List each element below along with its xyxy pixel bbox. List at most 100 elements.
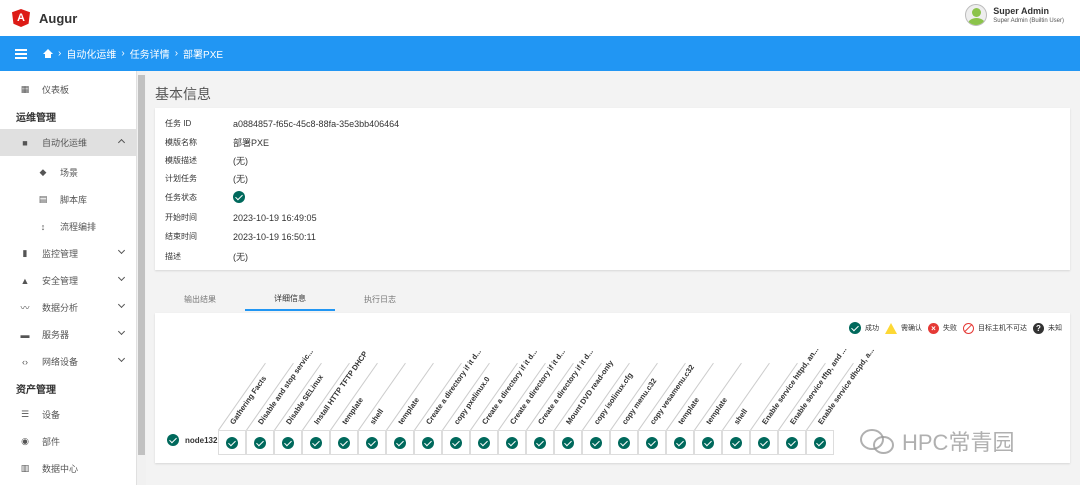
trend-icon: 〰 xyxy=(20,303,30,313)
sidebar-item-label: 设备 xyxy=(42,410,61,420)
legend-label: 成功 xyxy=(865,325,879,332)
dashboard-icon: ▦ xyxy=(20,84,30,94)
success-check-icon xyxy=(394,436,406,449)
breadcrumb-bar: › 自动化运维 › 任务详情 › 部署PXE xyxy=(0,36,1080,71)
info-row-description: 描述 (无) xyxy=(165,250,248,263)
sidebar-item-automation[interactable]: ■ 自动化运维 xyxy=(0,129,136,156)
breadcrumb-item-task-detail[interactable]: 任务详情 xyxy=(130,46,170,61)
task-status-cell[interactable] xyxy=(722,430,750,455)
sidebar-item-datacenter[interactable]: ▥ 数据中心 xyxy=(0,455,136,482)
detail-tabs: 输出结果 详细信息 执行日志 xyxy=(155,287,1070,311)
sidebar-item-script-library[interactable]: ▤ 脚本库 xyxy=(0,186,136,213)
task-status-cell[interactable] xyxy=(554,430,582,455)
success-check-icon xyxy=(758,436,770,449)
info-label: 任务 ID xyxy=(165,119,192,128)
sidebar-item-workflow[interactable]: ↕ 流程编排 xyxy=(0,213,136,240)
sidebar-item-servers[interactable]: ▬ 服务器 xyxy=(0,321,136,348)
info-label: 模版描述 xyxy=(165,156,197,165)
info-label: 任务状态 xyxy=(165,192,197,202)
success-check-icon xyxy=(730,436,742,449)
augur-logo-icon[interactable]: A xyxy=(12,9,30,27)
task-status-cell[interactable] xyxy=(498,430,526,455)
user-role: Super Admin (Builtin User) xyxy=(993,18,1064,24)
task-status-cell[interactable] xyxy=(610,430,638,455)
task-status-cell[interactable] xyxy=(414,430,442,455)
sidebar-item-security[interactable]: ▲ 安全管理 xyxy=(0,267,136,294)
task-status-cell[interactable] xyxy=(638,430,666,455)
info-row-template-name: 模版名称 部署PXE xyxy=(165,136,269,149)
user-menu[interactable]: Super Admin Super Admin (Builtin User) xyxy=(965,4,1064,26)
task-status-cell[interactable] xyxy=(750,430,778,455)
node-row-label: node132 xyxy=(167,434,217,446)
info-row-plan-task: 计划任务 (无) xyxy=(165,172,248,185)
node-name[interactable]: node132 xyxy=(185,436,217,445)
legend-unknown: ? 未知 xyxy=(1033,322,1062,334)
sidebar-item-scenario[interactable]: ◆ 场景 xyxy=(0,159,136,186)
task-status-cell[interactable] xyxy=(582,430,610,455)
sidebar-item-parts[interactable]: ◉ 部件 xyxy=(0,428,136,455)
task-status-cell[interactable] xyxy=(694,430,722,455)
task-status-cell[interactable] xyxy=(246,430,274,455)
task-id-value: a0884857-f65c-45c8-88fa-35e3bb406464 xyxy=(233,118,400,129)
info-label: 描述 xyxy=(165,252,181,261)
success-check-icon xyxy=(590,436,602,449)
chevron-down-icon xyxy=(117,300,126,309)
legend-label: 未知 xyxy=(1048,325,1062,332)
task-status-cell[interactable] xyxy=(470,430,498,455)
wechat-icon xyxy=(860,429,894,454)
sidebar-item-devices[interactable]: ☰ 设备 xyxy=(0,401,136,428)
success-check-icon xyxy=(366,436,378,449)
success-check-icon xyxy=(646,436,658,449)
task-status-cell[interactable] xyxy=(806,430,834,455)
task-status-cell[interactable] xyxy=(442,430,470,455)
sidebar-scrollbar[interactable] xyxy=(137,71,146,485)
sidebar-item-network[interactable]: ‹› 网络设备 xyxy=(0,348,136,375)
sidebar-item-label: 网络设备 xyxy=(42,357,79,367)
task-status-cell[interactable] xyxy=(666,430,694,455)
sidebar-item-label: 流程编排 xyxy=(60,222,97,232)
home-icon[interactable] xyxy=(43,49,53,58)
sidebar-item-analytics[interactable]: 〰 数据分析 xyxy=(0,294,136,321)
location-icon: ◆ xyxy=(39,167,47,177)
task-status-cell[interactable] xyxy=(778,430,806,455)
hamburger-menu-icon[interactable] xyxy=(15,48,27,59)
list-icon: ☰ xyxy=(20,409,30,419)
tab-details[interactable]: 详细信息 xyxy=(245,287,335,311)
breadcrumb-item-automation[interactable]: 自动化运维 xyxy=(66,46,116,61)
info-row-status: 任务状态 xyxy=(165,191,245,203)
tab-execution-log[interactable]: 执行日志 xyxy=(335,287,425,311)
top-header: A Augur Super Admin Super Admin (Builtin… xyxy=(0,0,1080,36)
scrollbar-thumb[interactable] xyxy=(138,75,145,455)
sidebar-item-label: 监控管理 xyxy=(42,249,79,259)
success-check-icon xyxy=(450,436,462,449)
sidebar-item-monitoring[interactable]: ▮ 监控管理 xyxy=(0,240,136,267)
chevron-down-icon xyxy=(117,354,126,363)
success-check-icon xyxy=(310,436,322,449)
code-icon: ‹› xyxy=(22,356,28,367)
avatar[interactable] xyxy=(965,4,988,26)
task-status-cell[interactable] xyxy=(274,430,302,455)
sidebar-section-ops: 运维管理 xyxy=(16,112,56,124)
success-check-icon xyxy=(786,436,798,449)
server-icon: ▬ xyxy=(20,329,30,340)
bar-chart-icon: ▮ xyxy=(22,248,28,258)
task-status-cell[interactable] xyxy=(386,430,414,455)
description-value: (无) xyxy=(233,252,248,262)
sidebar-item-dashboard[interactable]: ▦ 仪表板 xyxy=(0,76,136,103)
task-status-cell[interactable] xyxy=(330,430,358,455)
unreachable-icon xyxy=(963,322,974,334)
app-name[interactable]: Augur xyxy=(39,11,77,26)
sidebar-item-label: 数据分析 xyxy=(42,303,79,313)
success-check-icon xyxy=(814,436,826,449)
warning-triangle-icon xyxy=(885,322,897,334)
sidebar-item-label: 脚本库 xyxy=(60,195,88,205)
success-check-icon xyxy=(849,322,861,334)
sidebar-item-label: 场景 xyxy=(60,168,79,178)
task-status-cell[interactable] xyxy=(358,430,386,455)
briefcase-icon: ■ xyxy=(22,137,28,148)
tab-output[interactable]: 输出结果 xyxy=(155,287,245,311)
task-status-cell[interactable] xyxy=(526,430,554,455)
task-status-cell[interactable] xyxy=(302,430,330,455)
task-status-cell[interactable] xyxy=(218,430,246,455)
chevron-down-icon xyxy=(117,327,126,336)
